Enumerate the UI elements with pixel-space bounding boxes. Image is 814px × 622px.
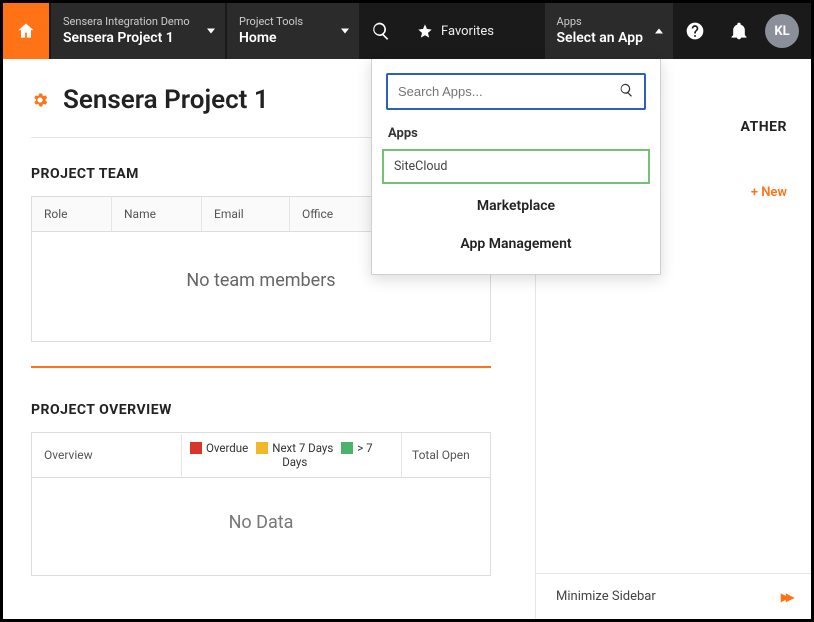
legend-next7: Next 7 Days Days [256,441,333,469]
home-icon [16,21,36,41]
tools-dropdown-subtitle: Project Tools [239,15,329,28]
apps-dropdown[interactable]: Apps Select an App [545,3,673,59]
apps-dropdown-subtitle: Apps [557,15,643,28]
col-name: Name [112,197,202,231]
legend-overdue: Overdue [190,441,248,455]
favorites-button[interactable]: Favorites [403,3,508,59]
minimize-label: Minimize Sidebar [556,589,656,604]
caret-down-icon [341,29,349,34]
overview-empty-message: No Data [32,478,490,575]
bell-icon [729,21,749,41]
project-dropdown[interactable]: Sensera Integration Demo Sensera Project… [51,3,225,59]
apps-marketplace-link[interactable]: Marketplace [372,184,660,218]
home-button[interactable] [3,3,49,59]
user-avatar[interactable]: KL [765,14,799,48]
favorites-label: Favorites [441,24,494,39]
notifications-button[interactable] [717,3,761,59]
search-icon [371,21,391,41]
swatch-gt7 [341,442,353,454]
chevron-double-right-icon: ▸▸ [781,587,791,606]
help-icon [685,21,705,41]
apps-item-sitecloud[interactable]: SiteCloud [382,149,650,184]
apps-dropdown-panel: Apps SiteCloud Marketplace App Managemen… [371,59,661,275]
caret-down-icon [207,29,215,34]
caret-up-icon [655,29,663,34]
star-icon [417,23,433,39]
tools-dropdown-title: Home [239,29,329,47]
weather-heading: ATHER [741,119,787,135]
project-dropdown-subtitle: Sensera Integration Demo [63,15,195,28]
new-button[interactable]: + New [751,185,787,200]
section-divider [31,366,491,368]
col-overview: Overview [32,434,182,476]
apps-panel-heading: Apps [372,120,660,149]
apps-search-input[interactable] [388,75,644,108]
legend-gt7: > 7 [341,441,372,455]
col-total-open: Total Open [402,434,490,476]
gear-icon[interactable] [31,91,49,109]
avatar-initials: KL [774,24,789,39]
page-title: Sensera Project 1 [63,85,269,115]
search-button[interactable] [359,3,403,59]
apps-management-link[interactable]: App Management [372,218,660,258]
project-tools-dropdown[interactable]: Project Tools Home [227,3,359,59]
overview-legend: Overdue Next 7 Days Days > 7 [182,433,402,477]
search-icon [619,82,634,101]
apps-search-input-wrapper [386,73,646,110]
swatch-overdue [190,442,202,454]
project-overview-table: Overview Overdue Next 7 Days Days [31,432,491,576]
col-email: Email [202,197,290,231]
help-button[interactable] [673,3,717,59]
minimize-sidebar-button[interactable]: Minimize Sidebar ▸▸ [536,573,811,619]
swatch-next7 [256,442,268,454]
overview-header-row: Overview Overdue Next 7 Days Days [32,433,490,478]
apps-dropdown-title: Select an App [557,29,643,47]
project-dropdown-title: Sensera Project 1 [63,29,195,47]
col-role: Role [32,197,112,231]
project-overview-heading: PROJECT OVERVIEW [31,402,511,418]
